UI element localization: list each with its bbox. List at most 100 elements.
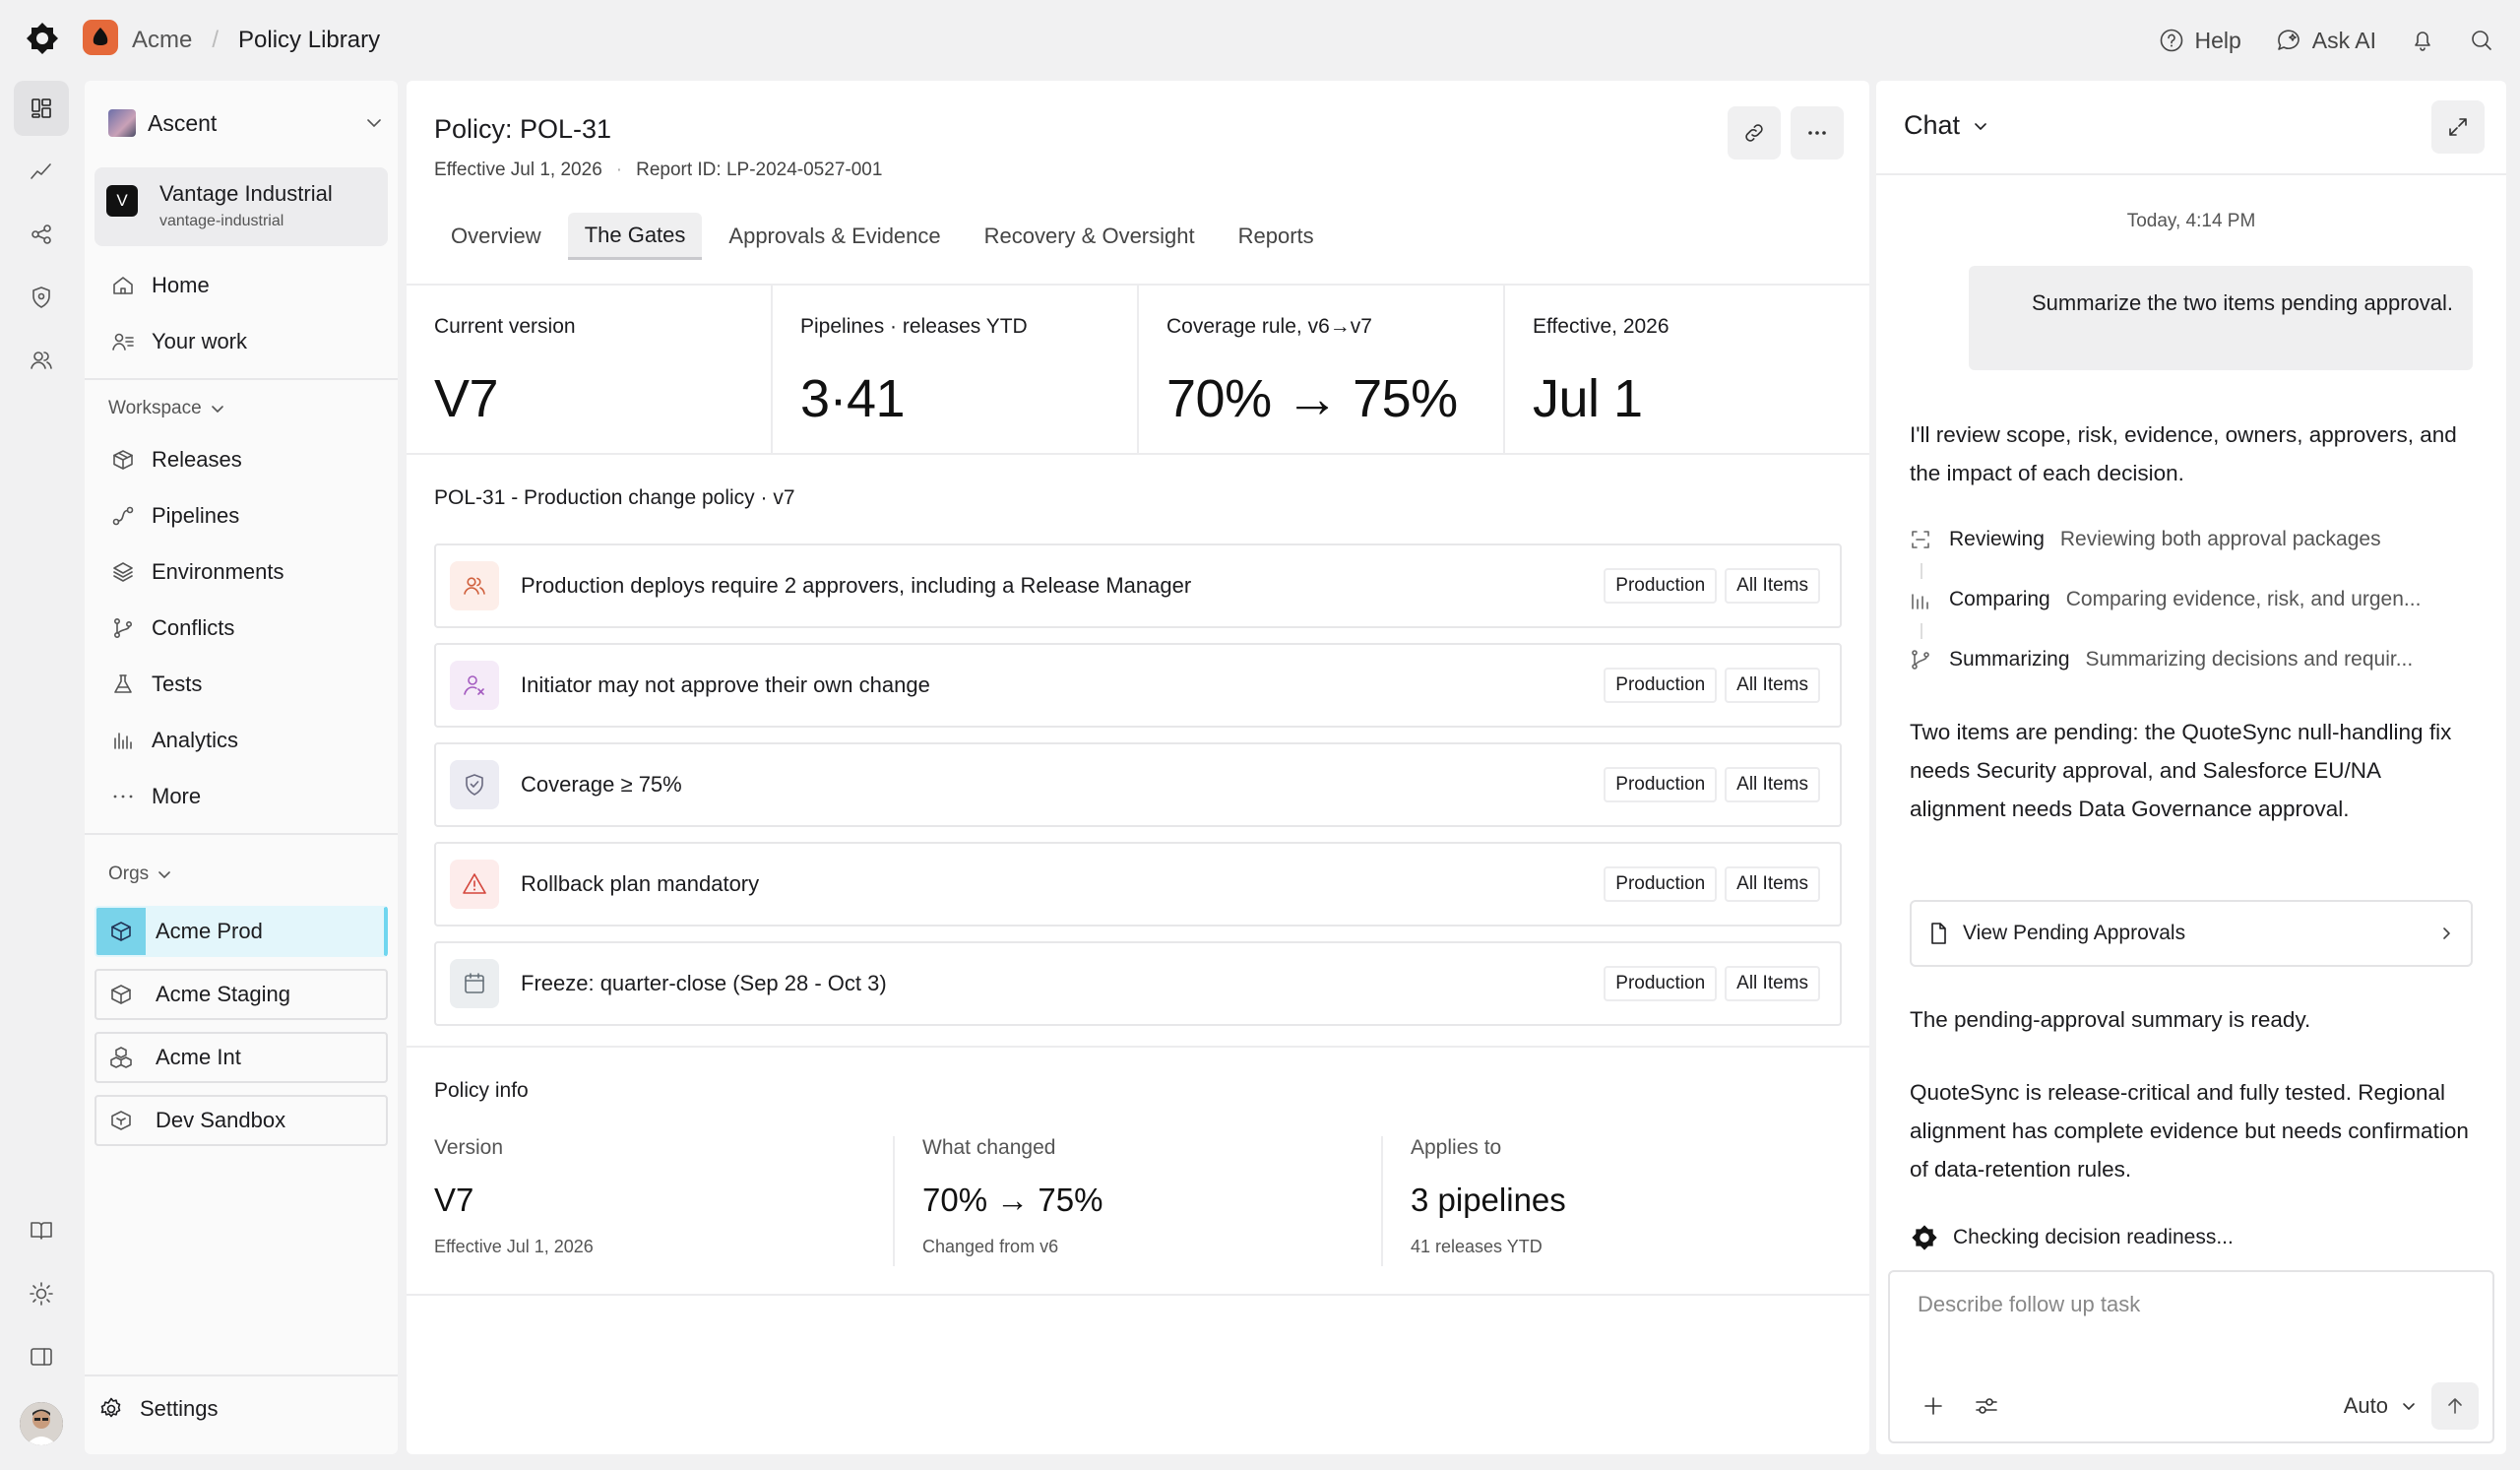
stat-label: Effective, 2026 <box>1533 315 1670 338</box>
app-logo-icon[interactable] <box>24 20 61 57</box>
chat-title: Chat <box>1904 110 1961 140</box>
cube-icon <box>96 983 146 1006</box>
sidebar-item-conflicts[interactable]: Conflicts <box>108 608 234 648</box>
send-button[interactable] <box>2431 1382 2479 1430</box>
sidebar: Ascent V Vantage Industrial vantage-indu… <box>85 81 398 1454</box>
stats-row: Current version V7 Pipelines · releases … <box>407 286 1869 455</box>
items-tag: All Items <box>1725 668 1820 703</box>
settings-button[interactable]: Settings <box>98 1396 219 1422</box>
workspace-section-toggle[interactable]: Workspace <box>108 398 225 419</box>
rail-docs-button[interactable] <box>14 1203 69 1258</box>
org-item-dev-sandbox[interactable]: Dev Sandbox <box>94 1095 388 1146</box>
box-icon <box>96 1109 146 1132</box>
rail-security-button[interactable] <box>14 270 69 325</box>
mode-select[interactable]: Auto <box>2344 1384 2418 1428</box>
org-item-acme-staging[interactable]: Acme Staging <box>94 969 388 1020</box>
options-button[interactable] <box>1969 1384 2004 1428</box>
rule-row[interactable]: Initiator may not approve their own chan… <box>434 643 1842 728</box>
ask-ai-label: Ask AI <box>2311 27 2376 53</box>
tab-overview[interactable]: Overview <box>434 213 558 260</box>
breadcrumb-org[interactable]: Acme <box>132 27 192 54</box>
org-item-acme-prod[interactable]: Acme Prod <box>94 906 388 957</box>
notifications-button[interactable] <box>2410 28 2435 53</box>
rail-share-button[interactable] <box>14 207 69 262</box>
tab-approvals-evidence[interactable]: Approvals & Evidence <box>712 213 957 260</box>
branch-icon <box>108 616 138 640</box>
orgs-section-toggle[interactable]: Orgs <box>108 863 172 885</box>
sidebar-item-your-work[interactable]: Your work <box>108 322 247 361</box>
rail-activity-button[interactable] <box>14 144 69 199</box>
sun-icon <box>29 1281 54 1307</box>
tab-the-gates[interactable]: The Gates <box>567 213 703 260</box>
dashboard-icon <box>29 96 54 121</box>
tab-recovery-oversight[interactable]: Recovery & Oversight <box>968 213 1212 260</box>
view-pending-approvals-button[interactable]: View Pending Approvals <box>1910 900 2473 967</box>
org-item-label: Acme Prod <box>156 919 263 943</box>
sidebar-item-pipelines[interactable]: Pipelines <box>108 496 239 536</box>
rule-row[interactable]: Freeze: quarter-close (Sep 28 - Oct 3) P… <box>434 941 1842 1026</box>
bell-icon <box>2410 28 2435 53</box>
rail-dashboard-button[interactable] <box>14 81 69 136</box>
rail-people-button[interactable] <box>14 333 69 388</box>
stat-card: Pipelines · releases YTD 3·41 <box>773 286 1139 453</box>
user-message: Summarize the two items pending approval… <box>1969 266 2473 370</box>
sidebar-item-label: Environments <box>152 559 284 584</box>
rule-row[interactable]: Coverage ≥ 75% Production All Items <box>434 742 1842 827</box>
layers-icon <box>108 560 138 584</box>
chat-title-dropdown[interactable]: Chat <box>1904 110 1989 141</box>
workspace-thumbnail <box>108 109 136 137</box>
info-subtext: Changed from v6 <box>922 1237 1059 1256</box>
sidebar-item-releases[interactable]: Releases <box>108 440 242 479</box>
sidebar-item-more[interactable]: More <box>108 777 201 816</box>
stat-label: Pipelines · releases YTD <box>800 315 1028 338</box>
main-panel: Policy: POL-31 Effective Jul 1, 2026 · R… <box>407 81 1869 1454</box>
chevron-down-icon <box>2400 1397 2418 1415</box>
sidebar-item-label: More <box>152 784 202 808</box>
sidebar-toggle-icon <box>29 1344 54 1370</box>
info-value: 70% → 75% <box>922 1182 1103 1218</box>
shield-check-icon <box>450 760 499 809</box>
rail-panel-toggle-button[interactable] <box>14 1329 69 1384</box>
users-icon <box>450 561 499 610</box>
bar-chart-icon <box>108 729 138 752</box>
help-button[interactable]: Help <box>2159 28 2241 54</box>
sidebar-item-tests[interactable]: Tests <box>108 665 202 704</box>
breadcrumb-current-page[interactable]: Policy Library <box>238 27 380 54</box>
expand-chat-button[interactable] <box>2431 100 2485 154</box>
sidebar-item-label: Pipelines <box>152 503 240 528</box>
sidebar-item-label: Home <box>152 273 210 297</box>
step-connector <box>1921 563 1922 579</box>
info-version: Version V7 Effective Jul 1, 2026 <box>434 1136 897 1268</box>
copy-link-button[interactable] <box>1728 106 1781 160</box>
rule-tags: Production All Items <box>1604 866 1820 902</box>
org-card[interactable]: V Vantage Industrial vantage-industrial <box>94 167 388 246</box>
chat-header-divider <box>1876 173 2506 175</box>
org-item-label: Dev Sandbox <box>156 1108 286 1132</box>
sidebar-item-home[interactable]: Home <box>108 266 210 305</box>
sidebar-item-analytics[interactable]: Analytics <box>108 721 238 760</box>
org-item-label: Acme Staging <box>156 982 290 1006</box>
calendar-icon <box>450 959 499 1008</box>
follow-up-input[interactable] <box>1918 1292 2429 1317</box>
policy-info-title: Policy info <box>434 1079 529 1102</box>
rule-row[interactable]: Rollback plan mandatory Production All I… <box>434 842 1842 927</box>
step-description: Summarizing decisions and requir... <box>2085 648 2414 671</box>
org-item-acme-int[interactable]: Acme Int <box>94 1032 388 1083</box>
ask-ai-button[interactable]: Ask AI <box>2275 28 2376 54</box>
rule-tags: Production All Items <box>1604 767 1820 802</box>
workspace-switcher[interactable]: Ascent <box>108 102 384 144</box>
org-avatar[interactable] <box>83 20 118 55</box>
package-icon <box>108 448 138 472</box>
tab-reports[interactable]: Reports <box>1222 213 1331 260</box>
sidebar-item-environments[interactable]: Environments <box>108 552 284 592</box>
search-button[interactable] <box>2469 28 2494 53</box>
user-avatar[interactable] <box>20 1402 63 1445</box>
top-actions: Help Ask AI <box>2125 0 2494 81</box>
add-attachment-button[interactable] <box>1916 1384 1951 1428</box>
rule-row[interactable]: Production deploys require 2 approvers, … <box>434 543 1842 628</box>
more-actions-button[interactable] <box>1791 106 1844 160</box>
sidebar-item-label: Analytics <box>152 728 239 752</box>
rail-theme-button[interactable] <box>14 1266 69 1321</box>
assistant-summary: Two items are pending: the QuoteSync nul… <box>1910 720 2452 821</box>
org-card-slug: vantage-industrial <box>159 213 284 229</box>
